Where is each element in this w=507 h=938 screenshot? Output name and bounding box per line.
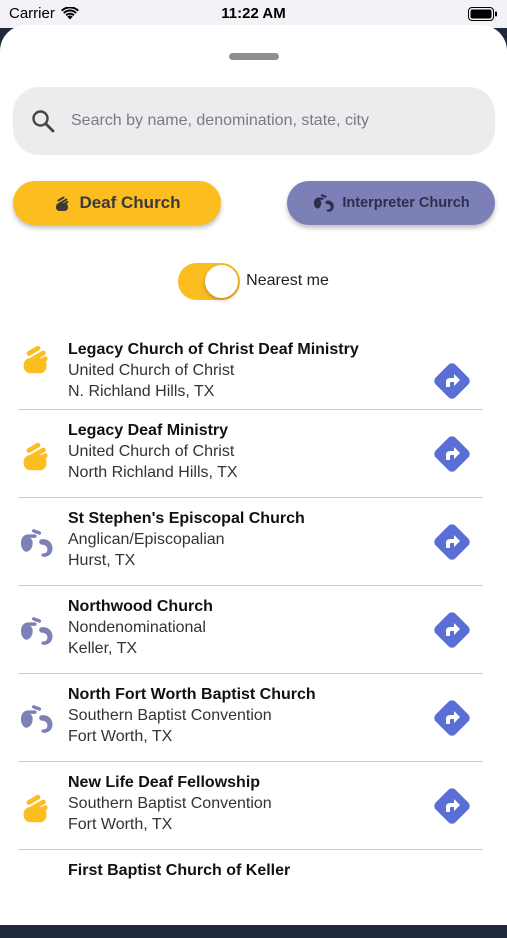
sheet-grabber[interactable] [229,53,279,60]
directions-icon[interactable] [432,610,472,650]
church-name: North Fort Worth Baptist Church [68,686,316,703]
deaf-church-filter-button[interactable]: Deaf Church [13,181,221,225]
toggle-knob [205,264,239,298]
hand-wave-icon [23,345,48,374]
sign-language-icon [21,705,53,733]
hand-wave-icon [56,196,69,211]
list-item[interactable]: Northwood Church Nondenominational Kelle… [18,586,483,674]
church-name: St Stephen's Episcopal Church [68,510,305,527]
church-location: N. Richland Hills, TX [68,383,215,400]
church-denomination: Nondenominational [68,619,206,636]
church-name: Legacy Deaf Ministry [68,422,229,439]
church-location: Fort Worth, TX [68,728,173,745]
church-denomination: Anglican/Episcopalian [68,531,225,548]
directions-icon[interactable] [432,698,472,738]
sign-language-icon [314,194,335,212]
directions-icon[interactable] [432,786,472,826]
hand-wave-icon [23,794,48,823]
church-location: Hurst, TX [68,552,136,569]
list-item[interactable]: St Stephen's Episcopal Church Anglican/E… [18,498,483,586]
list-item[interactable]: Legacy Deaf Ministry United Church of Ch… [18,410,483,498]
list-item[interactable]: North Fort Worth Baptist Church Southern… [18,674,483,762]
church-location: Keller, TX [68,640,138,657]
list-item[interactable]: Legacy Church of Christ Deaf Ministry Un… [18,307,483,410]
church-denomination: United Church of Christ [68,362,235,379]
sign-language-icon [21,529,53,557]
list-item[interactable]: First Baptist Church of Keller [18,850,483,938]
status-bar: Carrier 11:22 AM [0,0,507,28]
directions-icon[interactable] [432,434,472,474]
interpreter-church-filter-label: Interpreter Church [342,195,470,211]
sign-language-icon [21,617,53,645]
church-name: New Life Deaf Fellowship [68,774,261,791]
directions-icon[interactable] [432,522,472,562]
church-denomination: United Church of Christ [68,443,235,460]
deaf-church-filter-label: Deaf Church [79,193,181,212]
search-input[interactable] [71,105,471,137]
church-location: Fort Worth, TX [68,816,173,833]
nearest-me-row: Nearest me [0,261,507,301]
directions-icon[interactable] [432,361,472,401]
church-denomination: Southern Baptist Convention [68,707,272,724]
interpreter-church-filter-button[interactable]: Interpreter Church [287,181,495,225]
clock: 11:22 AM [221,5,286,22]
church-location: North Richland Hills, TX [68,464,238,481]
church-name: Northwood Church [68,598,213,615]
nearest-me-toggle[interactable] [178,262,241,300]
search-icon [32,110,55,133]
nearest-me-label: Nearest me [246,272,329,289]
church-name: First Baptist Church of Keller [68,862,291,879]
church-denomination: Southern Baptist Convention [68,795,272,812]
church-name: Legacy Church of Christ Deaf Ministry [68,341,359,358]
hand-wave-icon [23,442,48,471]
church-list: Legacy Church of Christ Deaf Ministry Un… [18,307,483,938]
list-item[interactable]: New Life Deaf Fellowship Southern Baptis… [18,762,483,850]
battery-icon [468,7,497,21]
search-bar[interactable] [13,87,495,155]
